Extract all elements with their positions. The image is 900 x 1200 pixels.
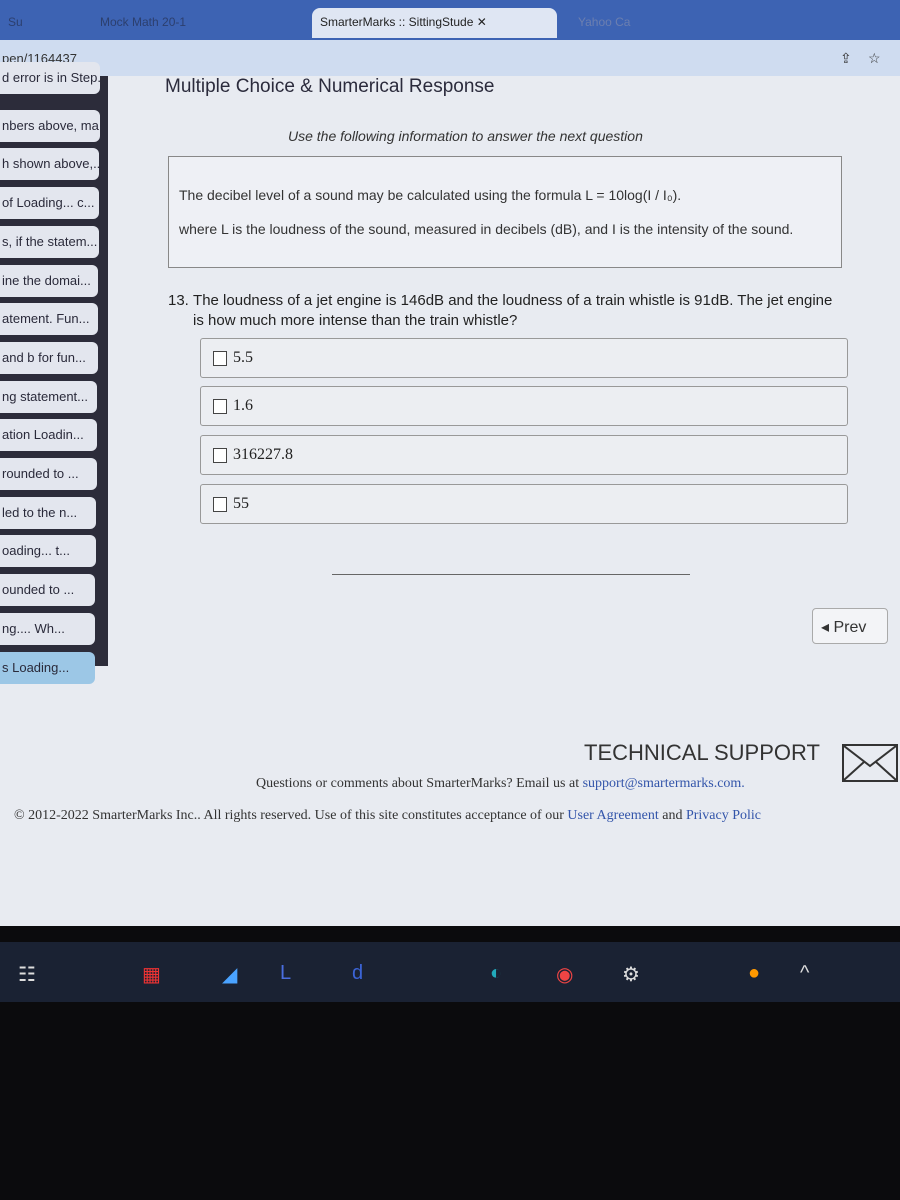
taskbar: ☷ ▦ ◢ L d ◐ ◉ ⚙ ● ^ [0,942,900,1002]
address-bar[interactable]: pen/1164437 ⇪ ☆ [0,40,900,76]
option[interactable]: 55 [200,484,848,524]
sidebar-question-item[interactable]: rounded to ... [0,458,97,490]
page-title: Multiple Choice & Numerical Response [165,76,495,97]
store-icon[interactable]: ▦ [142,962,161,987]
divider [332,574,690,575]
privacy-policy-link[interactable]: Privacy Polic [686,808,761,823]
sidebar-question-item[interactable]: of Loading... c... [0,187,99,220]
tab-title: SmarterMarks :: SittingStude [320,15,474,29]
user-agreement-link[interactable]: User Agreement [567,808,658,823]
app-icon[interactable]: ◢ [222,962,237,987]
sidebar-question-item[interactable]: nbers above, ma... [0,109,100,142]
edge-icon[interactable]: ◐ [490,962,502,985]
option-label: 55 [233,495,249,512]
sidebar-question-item[interactable]: led to the n... [0,496,97,529]
chrome-icon[interactable]: ◉ [556,962,573,987]
option[interactable]: 5.5 [200,338,848,378]
bookmark-star-icon[interactable]: ☆ [868,50,881,67]
page: d error is in Step... nbers above, ma... h… [0,62,900,1002]
app-l-icon[interactable]: L [280,962,291,985]
question: 13. The loudness of a jet engine is 146d… [168,291,833,331]
sidebar-question-item[interactable]: ine the domai... [0,264,99,297]
tab[interactable]: Su [0,8,40,38]
checkbox[interactable] [213,351,227,366]
sidebar-question-item[interactable]: d error is in Step... [0,62,100,94]
option-label: 5.5 [233,349,253,366]
sidebar-question-item[interactable]: h shown above,... [0,148,100,181]
settings-gear-icon[interactable]: ⚙ [622,962,640,987]
question-sidebar: d error is in Step... nbers above, ma... h… [0,62,108,684]
checkbox[interactable] [213,497,227,512]
app-d-icon[interactable]: d [352,962,363,985]
question-text: The loudness of a jet engine is 146dB an… [193,292,833,329]
sidebar-question-item[interactable]: ng.... Wh... [0,612,96,645]
definition-text: where L is the loudness of the sound, me… [179,221,794,237]
weather-icon[interactable]: ● [748,962,760,985]
browser-tab-bar: Su Mock Math 20-1 SmarterMarks :: Sittin… [0,0,900,40]
support-title: TECHNICAL SUPPORT [584,740,820,765]
task-view-icon[interactable]: ☷ [18,962,36,987]
sidebar-question-item[interactable]: and b for fun... [0,341,98,374]
mail-icon[interactable] [842,744,898,782]
option-label: 1.6 [233,397,253,414]
instruction: Use the following information to answer … [288,128,643,144]
sidebar-question-item[interactable]: s, if the statem... [0,225,99,258]
checkbox[interactable] [213,399,227,414]
tab[interactable]: Yahoo Ca [570,8,810,38]
question-number: 13. [168,292,189,309]
formula-text: The decibel level of a sound may be calc… [179,187,682,203]
info-box: The decibel level of a sound may be calc… [168,156,842,268]
support-text: Questions or comments about SmarterMarks… [256,776,745,792]
prev-button[interactable]: ◂ Prev [812,608,888,644]
sidebar-question-item[interactable]: atement. Fun... [0,303,98,336]
sidebar-question-item[interactable]: ation Loadin... [0,419,97,452]
tab[interactable]: Mock Math 20-1 [92,8,292,38]
sidebar-question-item[interactable]: ounded to ... [0,574,96,607]
option-label: 316227.8 [233,446,293,463]
share-icon[interactable]: ⇪ [840,50,852,67]
sidebar-question-item[interactable]: oading... t... [0,535,96,568]
sidebar-question-item[interactable]: s Loading... [0,651,95,684]
checkbox[interactable] [213,448,227,463]
option[interactable]: 1.6 [200,386,848,426]
support-email-link[interactable]: support@smartermarks.com. [583,776,745,791]
chevron-up-icon[interactable]: ^ [800,962,809,985]
option[interactable]: 316227.8 [200,435,848,475]
sidebar-question-item[interactable]: ng statement... [0,380,98,413]
copyright-text: © 2012-2022 SmarterMarks Inc.. All right… [14,808,568,823]
copyright: © 2012-2022 SmarterMarks Inc.. All right… [14,808,761,824]
support-label: Questions or comments about SmarterMarks… [256,776,583,791]
tab-active[interactable]: SmarterMarks :: SittingStude ✕ [312,8,557,38]
and-text: and [658,808,686,823]
